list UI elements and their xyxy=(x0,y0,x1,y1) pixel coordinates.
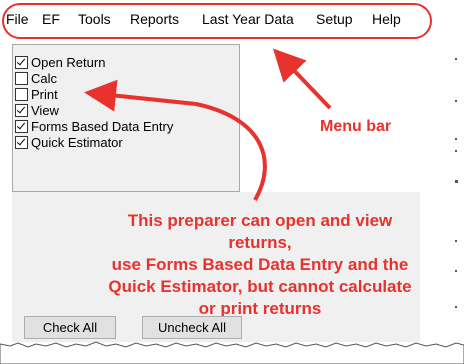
callout-line: Quick Estimator, but cannot calculate xyxy=(108,277,412,296)
checkbox-checked-icon[interactable] xyxy=(15,120,28,133)
permission-label: Quick Estimator xyxy=(31,135,123,150)
permissions-callout: This preparer can open and view returns,… xyxy=(100,210,420,320)
permission-label: Open Return xyxy=(31,55,106,70)
callout-line: use Forms Based Data Entry and the xyxy=(111,255,409,274)
torn-edge xyxy=(0,341,464,364)
permission-view[interactable]: View xyxy=(15,103,59,118)
checkbox-checked-icon[interactable] xyxy=(15,56,28,69)
menu-bar-arrow xyxy=(272,48,332,110)
right-background xyxy=(420,42,452,342)
menu-bar-highlight-ellipse xyxy=(2,3,432,39)
permission-label: View xyxy=(31,103,59,118)
permission-forms-based-data-entry[interactable]: Forms Based Data Entry xyxy=(15,119,173,134)
permission-quick-estimator[interactable]: Quick Estimator xyxy=(15,135,123,150)
uncheck-all-button[interactable]: Uncheck All xyxy=(142,316,242,339)
menu-bar-callout: Menu bar xyxy=(320,118,392,135)
check-all-button[interactable]: Check All xyxy=(24,316,116,339)
permission-label: Print xyxy=(31,87,58,102)
permission-open-return[interactable]: Open Return xyxy=(15,55,105,70)
permissions-panel: Open Return Calc Print View Forms Based … xyxy=(12,44,240,192)
permission-print[interactable]: Print xyxy=(15,87,58,102)
checkbox-unchecked-icon[interactable] xyxy=(15,88,28,101)
callout-line: This preparer can open and view returns, xyxy=(127,211,393,252)
permission-calc[interactable]: Calc xyxy=(15,71,57,86)
dialog-window: File EF Tools Reports Last Year Data Set… xyxy=(0,0,464,364)
permission-label: Forms Based Data Entry xyxy=(31,119,174,134)
checkbox-checked-icon[interactable] xyxy=(15,136,28,149)
checkbox-unchecked-icon[interactable] xyxy=(15,72,28,85)
checkbox-checked-icon[interactable] xyxy=(15,104,28,117)
right-edge-marks xyxy=(455,58,458,308)
permission-label: Calc xyxy=(31,71,58,86)
menu-bar: File EF Tools Reports Last Year Data Set… xyxy=(0,0,464,40)
